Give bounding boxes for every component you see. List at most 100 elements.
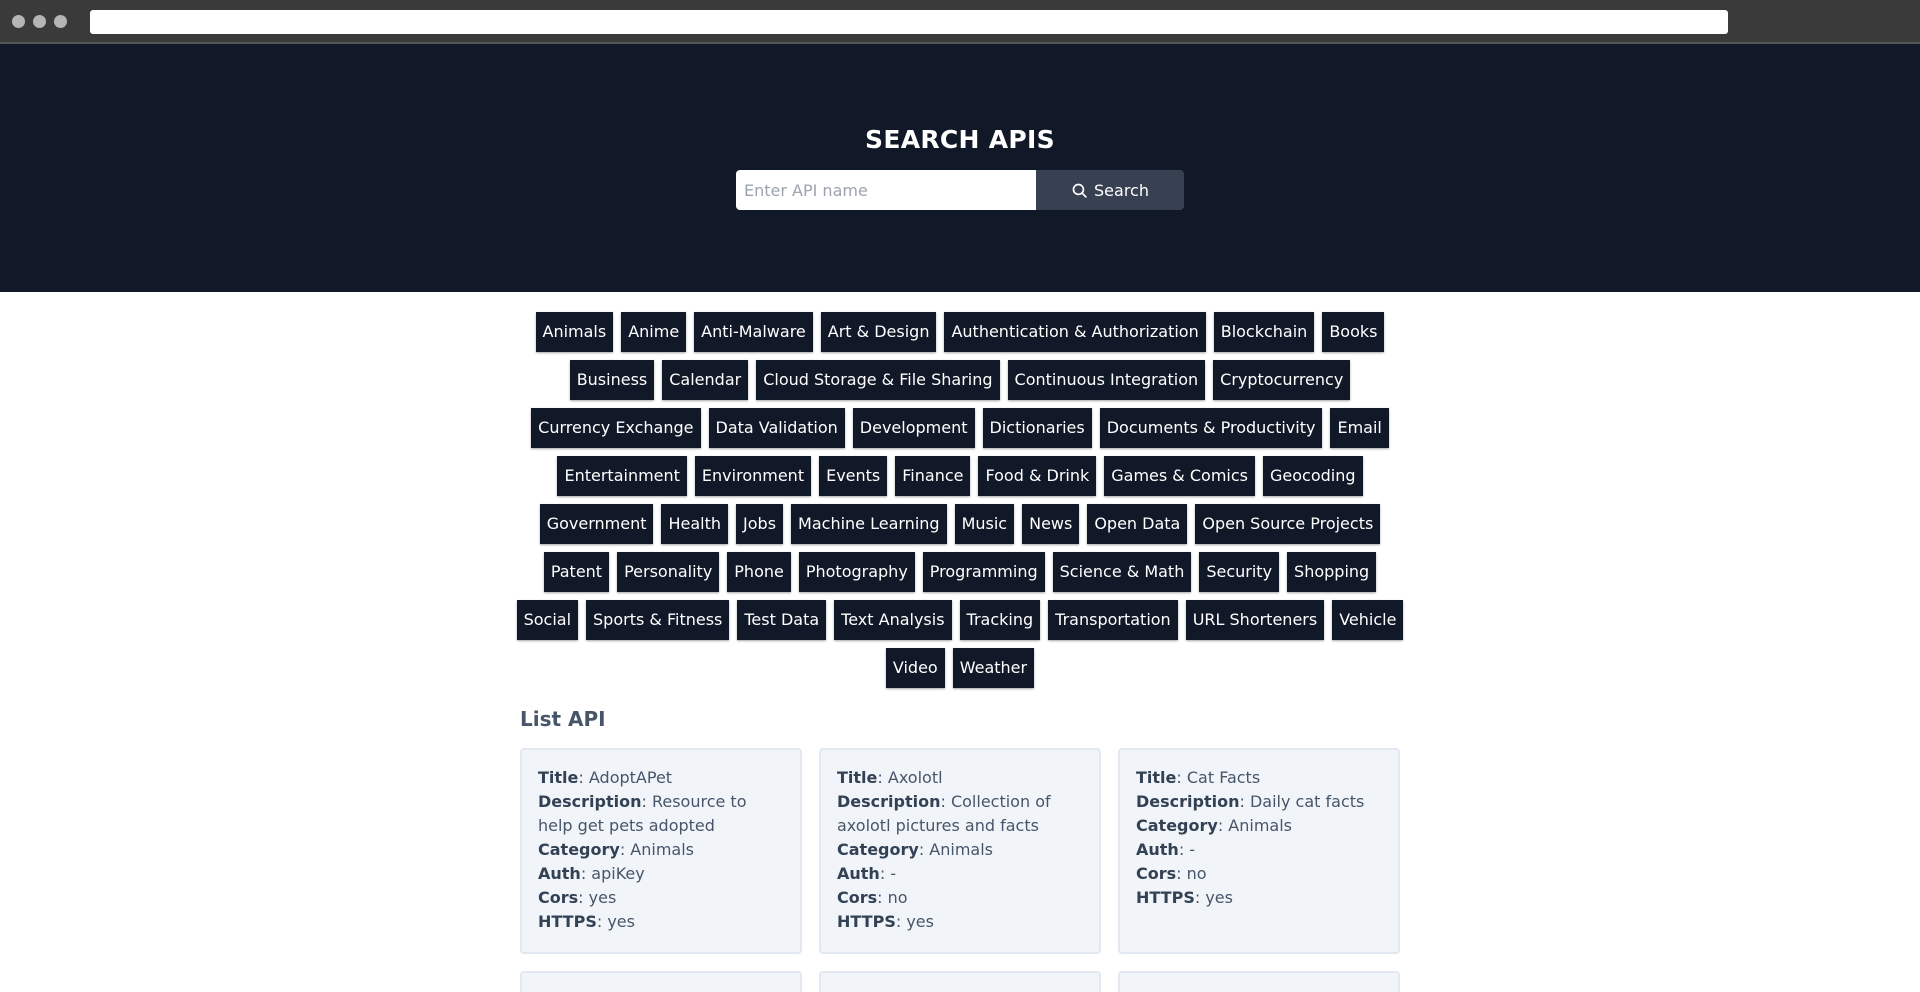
category-chip[interactable]: Transportation — [1048, 600, 1178, 640]
api-card — [1118, 971, 1400, 992]
api-title-value: AdoptAPet — [588, 768, 673, 787]
category-chip[interactable]: News — [1022, 504, 1080, 544]
maximize-window-dot[interactable] — [54, 15, 67, 28]
category-chip[interactable]: Anime — [621, 312, 687, 352]
api-auth-label: Auth — [1136, 840, 1179, 859]
category-chip[interactable]: Machine Learning — [791, 504, 947, 544]
category-chip[interactable]: Social — [516, 600, 579, 640]
api-description-label: Description — [538, 792, 642, 811]
api-https-row: HTTPS: yes — [837, 910, 1083, 934]
category-chip[interactable]: Cryptocurrency — [1213, 360, 1351, 400]
label-separator: : — [596, 912, 608, 931]
label-separator: : — [1178, 840, 1190, 859]
category-chip[interactable]: Phone — [727, 552, 791, 592]
category-chip[interactable]: Art & Design — [820, 312, 937, 352]
api-auth-row: Auth: apiKey — [538, 862, 784, 886]
category-chip[interactable]: Personality — [617, 552, 720, 592]
category-chip[interactable]: Events — [819, 456, 888, 496]
category-chip[interactable]: Patent — [543, 552, 610, 592]
category-chip[interactable]: Animals — [535, 312, 614, 352]
category-chip[interactable]: Blockchain — [1213, 312, 1315, 352]
api-https-row: HTTPS: yes — [1136, 886, 1382, 910]
category-chip[interactable]: Government — [539, 504, 654, 544]
category-chip[interactable]: Email — [1330, 408, 1389, 448]
api-cors-value: yes — [588, 888, 617, 907]
label-separator: : — [1239, 792, 1250, 811]
api-description-row: Description: Collection of axolotl pictu… — [837, 790, 1083, 838]
api-cors-value: no — [1186, 864, 1207, 883]
api-https-label: HTTPS — [1136, 888, 1195, 907]
category-chip[interactable]: Food & Drink — [978, 456, 1097, 496]
search-button[interactable]: Search — [1036, 170, 1184, 210]
search-button-label: Search — [1094, 180, 1149, 200]
category-chip[interactable]: Entertainment — [557, 456, 687, 496]
label-separator: : — [1217, 816, 1229, 835]
label-separator: : — [879, 864, 891, 883]
api-cors-label: Cors — [1136, 864, 1177, 883]
api-https-row: HTTPS: yes — [538, 910, 784, 934]
category-chip[interactable]: Video — [885, 648, 945, 688]
category-chip[interactable]: Programming — [922, 552, 1045, 592]
category-chip[interactable]: Vehicle — [1332, 600, 1404, 640]
close-window-dot[interactable] — [12, 15, 25, 28]
api-category-row: Category: Animals — [538, 838, 784, 862]
category-chip[interactable]: Security — [1199, 552, 1280, 592]
label-separator: : — [1176, 768, 1187, 787]
category-chip[interactable]: Books — [1322, 312, 1385, 352]
address-bar[interactable] — [90, 10, 1728, 34]
api-category-label: Category — [1136, 816, 1218, 835]
label-separator: : — [578, 888, 589, 907]
api-description-row: Description: Resource to help get pets a… — [538, 790, 784, 838]
category-chip[interactable]: Health — [661, 504, 729, 544]
api-cors-row: Cors: no — [1136, 862, 1382, 886]
category-chip[interactable]: Continuous Integration — [1007, 360, 1206, 400]
category-chip[interactable]: Anti-Malware — [694, 312, 813, 352]
category-chip[interactable]: Development — [852, 408, 975, 448]
api-https-label: HTTPS — [837, 912, 896, 931]
category-chip[interactable]: Music — [954, 504, 1015, 544]
api-https-value: yes — [607, 912, 635, 931]
category-chip[interactable]: Weather — [952, 648, 1035, 688]
category-chip[interactable]: Dictionaries — [982, 408, 1092, 448]
api-card-grid: Title: AdoptAPet Description: Resource to… — [520, 748, 1400, 992]
api-title-label: Title — [1136, 768, 1177, 787]
api-cors-row: Cors: no — [837, 886, 1083, 910]
category-chip[interactable]: Cloud Storage & File Sharing — [756, 360, 1000, 400]
category-chip[interactable]: Geocoding — [1263, 456, 1363, 496]
category-chip[interactable]: Finance — [895, 456, 971, 496]
label-separator: : — [1194, 888, 1206, 907]
category-chip[interactable]: URL Shorteners — [1185, 600, 1325, 640]
search-bar: Search — [736, 170, 1184, 210]
category-chip[interactable]: Tracking — [959, 600, 1041, 640]
category-chip[interactable]: Business — [569, 360, 655, 400]
api-description-row: Description: Daily cat facts — [1136, 790, 1382, 814]
category-chip[interactable]: Test Data — [737, 600, 827, 640]
category-chip[interactable]: Open Source Projects — [1195, 504, 1381, 544]
category-chip[interactable]: Currency Exchange — [531, 408, 701, 448]
category-chip[interactable]: Open Data — [1087, 504, 1188, 544]
search-input[interactable] — [736, 170, 1036, 210]
label-separator: : — [877, 888, 888, 907]
api-card: Title: Axolotl Description: Collection of… — [819, 748, 1101, 954]
api-title-row: Title: Cat Facts — [1136, 766, 1382, 790]
category-chip[interactable]: Shopping — [1287, 552, 1377, 592]
api-category-value: Animals — [929, 840, 993, 859]
category-chip[interactable]: Environment — [694, 456, 812, 496]
category-chip[interactable]: Calendar — [662, 360, 749, 400]
category-chip[interactable]: Photography — [798, 552, 915, 592]
category-chip[interactable]: Games & Comics — [1104, 456, 1255, 496]
api-auth-row: Auth: - — [1136, 838, 1382, 862]
minimize-window-dot[interactable] — [33, 15, 46, 28]
category-chip[interactable]: Authentication & Authorization — [944, 312, 1206, 352]
api-auth-value: apiKey — [591, 864, 645, 883]
category-filter-list: Animals Anime Anti-Malware Art & Design Auth… — [515, 312, 1405, 688]
api-auth-value: - — [1189, 840, 1196, 859]
category-chip[interactable]: Sports & Fitness — [586, 600, 730, 640]
api-card: Title: AdoptAPet Description: Resource to… — [520, 748, 802, 954]
category-chip[interactable]: Jobs — [736, 504, 784, 544]
api-card: Title: Cat Facts Description: Daily cat f… — [1118, 748, 1400, 954]
category-chip[interactable]: Science & Math — [1052, 552, 1192, 592]
category-chip[interactable]: Documents & Productivity — [1099, 408, 1323, 448]
category-chip[interactable]: Text Analysis — [834, 600, 952, 640]
category-chip[interactable]: Data Validation — [708, 408, 845, 448]
